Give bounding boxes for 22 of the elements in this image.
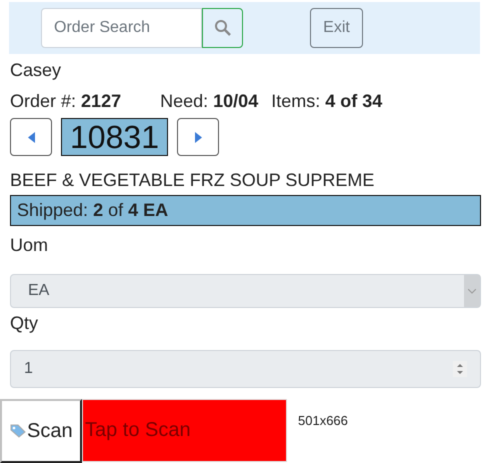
chevron-down-icon [468, 288, 476, 294]
product-name: BEEF & VEGETABLE FRZ SOUP SUPREME [10, 169, 376, 191]
exit-button[interactable]: Exit [310, 8, 363, 48]
search-button[interactable] [202, 8, 243, 48]
right-triangle-icon [194, 132, 202, 142]
previous-button[interactable] [10, 118, 52, 156]
item-number: 10831 [61, 118, 168, 156]
scan-button[interactable]: Scan [0, 399, 82, 463]
qty-label: Qty [10, 312, 40, 334]
customer-name: Casey [10, 59, 62, 81]
size-text: 501x666 [298, 413, 348, 430]
search-icon [214, 19, 232, 37]
next-button[interactable] [177, 118, 219, 156]
uom-label: Uom [10, 234, 50, 256]
items-count-text: Items: 4 of 34 [271, 90, 382, 112]
search-field[interactable]: Order Search [41, 8, 202, 48]
left-triangle-icon [28, 132, 34, 142]
order-number-text: Order #: 2127 [10, 90, 122, 112]
spinner-arrows-icon [453, 361, 467, 377]
need-date-text: Need: 10/04 [160, 90, 258, 112]
shipped-status: Shipped: 2 of 4 EA [10, 195, 481, 226]
tag-icon [10, 424, 26, 438]
